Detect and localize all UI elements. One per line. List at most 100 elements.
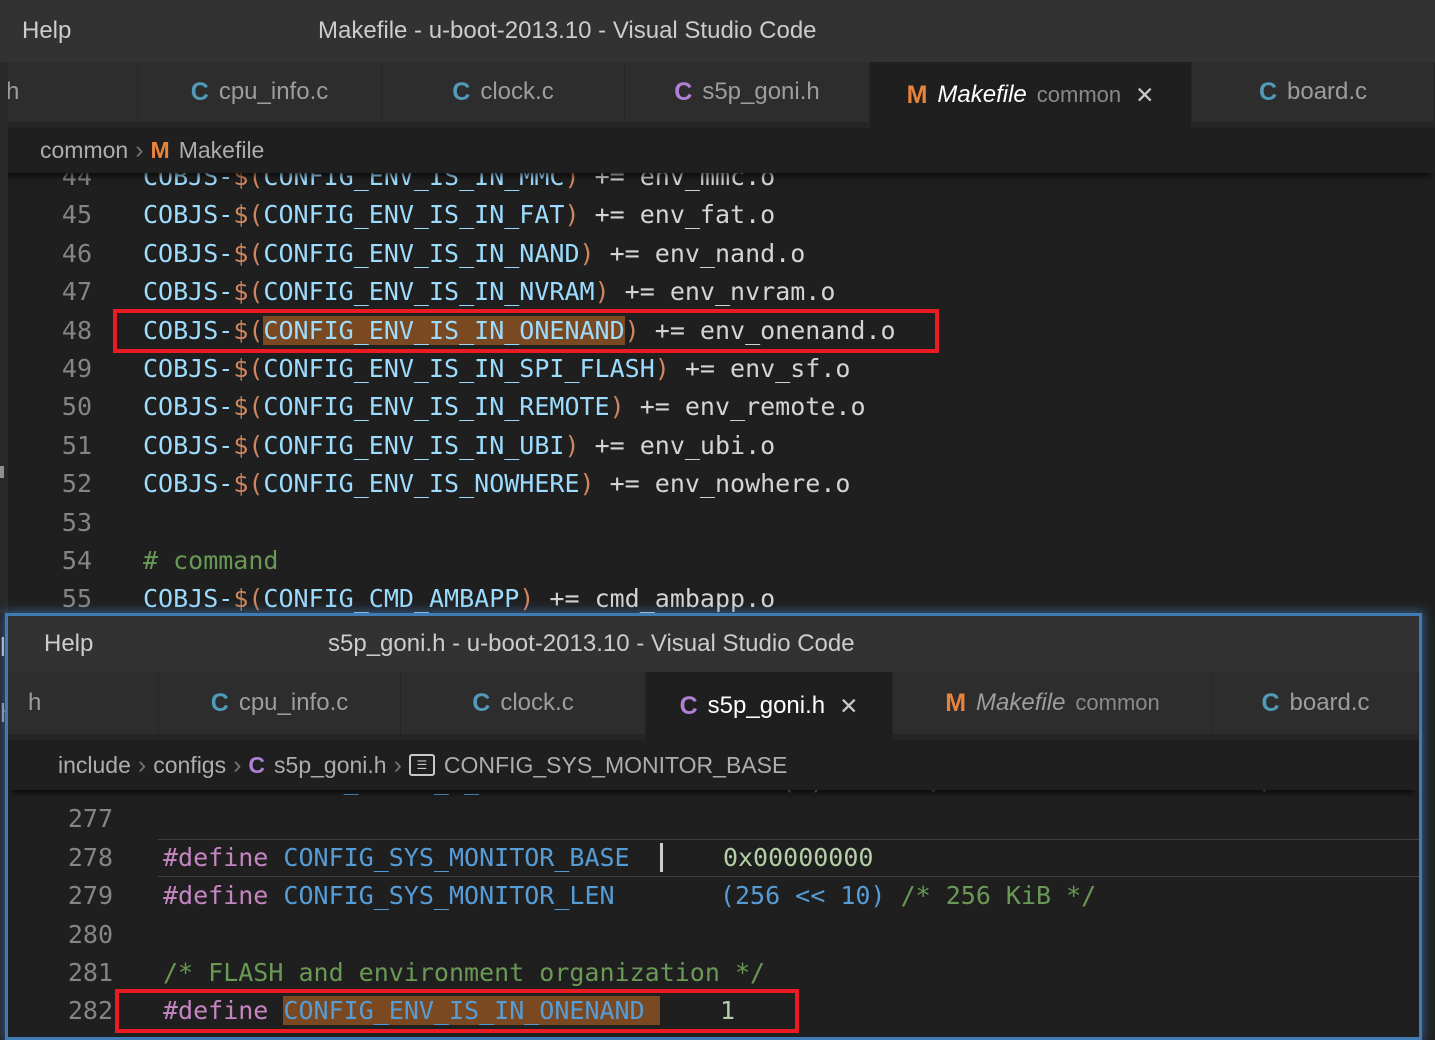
tab-board-c[interactable]: Cboard.c	[1192, 62, 1435, 122]
line-content[interactable]: COBJS-$(CONFIG_ENV_IS_IN_ONENAND) += env…	[92, 315, 896, 345]
code-token: $(	[233, 392, 264, 422]
code-token: )	[579, 238, 595, 268]
tab-s5p-goni-h[interactable]: Cs5p_goni.h ✕	[646, 672, 893, 740]
tab-h[interactable]: h	[8, 672, 159, 734]
code-line-52: 52 COBJS-$(CONFIG_ENV_IS_NOWHERE) += env_…	[0, 465, 1435, 503]
breadcrumb-item-include[interactable]: include	[58, 752, 131, 779]
tab-bar: h Ccpu_info.c Cclock.c Cs5p_goni.h M Makefile…	[0, 62, 1435, 128]
line-content[interactable]: COBJS-$(CONFIG_ENV_IS_IN_NAND) += env_na…	[92, 239, 805, 268]
code-token: #define	[163, 881, 284, 911]
line-content[interactable]: #define CONFIG_SYS_MONITOR_LEN (256 << 1…	[113, 881, 1096, 910]
code-token: $(	[233, 200, 264, 230]
code-token: )	[594, 277, 610, 307]
code-token: COBJS-	[143, 238, 234, 268]
code-token: #define	[163, 790, 283, 795]
line-content[interactable]: #define CONFIG_ENV_IS_IN_ONENAND 1	[113, 996, 735, 1026]
code-token: 1	[719, 996, 735, 1026]
c-header-file-icon: C	[679, 691, 698, 720]
code-token: COBJS-	[143, 315, 234, 345]
tab-s5p-goni-h[interactable]: Cs5p_goni.h	[625, 62, 870, 122]
code-token: $(	[233, 353, 264, 383]
code-token: $(	[233, 469, 264, 499]
c-file-icon: C	[472, 688, 491, 717]
line-content[interactable]: COBJS-$(CONFIG_ENV_IS_IN_SPI_FLASH) += e…	[92, 354, 850, 383]
line-content[interactable]	[113, 804, 163, 833]
tab-description: common	[1036, 82, 1122, 107]
line-content[interactable]: # command	[92, 546, 278, 575]
code-token: $(	[233, 277, 264, 307]
line-content[interactable]: COBJS-$(CONFIG_ENV_IS_IN_REMOTE) += env_…	[92, 392, 866, 421]
line-content[interactable]: COBJS-$(CONFIG_ENV_IS_IN_MMC) += env_mmc…	[92, 173, 775, 191]
line-content[interactable]: COBJS-$(CONFIG_ENV_IS_IN_NVRAM) += env_n…	[92, 277, 835, 306]
code-line-277: 277	[8, 800, 1419, 838]
line-content[interactable]	[113, 920, 163, 949]
tab-board-c[interactable]: Cboard.c	[1213, 672, 1419, 734]
code-line-278: 278 #define CONFIG_SYS_MONITOR_BASE 0x000…	[8, 838, 1419, 878]
line-content[interactable]: #define CONFIG_SYS_MONITOR_BASE 0x000000…	[113, 842, 874, 872]
line-content[interactable]: /* FLASH and environment organization */	[113, 958, 765, 987]
code-token: CONFIG_ENV_IS_IN_MMC	[263, 173, 565, 191]
code-token: (256 << 10)	[719, 881, 886, 911]
close-icon[interactable]: ✕	[1135, 82, 1154, 109]
breadcrumb-item-s5p-goni-h[interactable]: Cs5p_goni.h	[248, 752, 386, 779]
code-token: $(	[233, 315, 264, 345]
line-content[interactable]	[92, 508, 143, 537]
close-icon[interactable]: ✕	[839, 693, 858, 720]
code-token: COBJS-	[143, 584, 234, 614]
code-line-45: 45 COBJS-$(CONFIG_ENV_IS_IN_FAT) += env_f…	[0, 196, 1435, 234]
breadcrumb-item-configs[interactable]: configs	[153, 752, 226, 779]
title-bar: Help Makefile - u-boot-2013.10 - Visual …	[0, 0, 1435, 62]
tab-cpu-info-c[interactable]: Ccpu_info.c	[159, 672, 401, 734]
line-content[interactable]: COBJS-$(CONFIG_ENV_IS_IN_UBI) += env_ubi…	[92, 431, 775, 460]
code-token: /* 256 KiB */	[900, 881, 1097, 911]
code-token: 0x00000000	[722, 842, 874, 872]
code-token: # command	[143, 545, 279, 575]
line-number: 48	[61, 315, 92, 345]
code-token: )	[564, 200, 580, 230]
breadcrumb-item-makefile[interactable]: M Makefile	[151, 137, 265, 164]
editor[interactable]: 276#define PHYS_SDRAM_3_SIZE (0) /* 128 …	[8, 790, 1419, 1037]
tab-makefile[interactable]: M Makefile common ✕	[870, 62, 1192, 128]
line-content[interactable]: COBJS-$(CONFIG_ENV_IS_IN_FAT) += env_fat…	[92, 200, 775, 229]
breadcrumb-item-config-sys-monitor-base[interactable]: ☰ CONFIG_SYS_MONITOR_BASE	[408, 751, 788, 779]
menu-help[interactable]: Help	[44, 630, 93, 658]
chevron-right-icon: ›	[393, 750, 402, 779]
tab-label: board.c	[1287, 78, 1368, 105]
line-number: 277	[67, 804, 113, 834]
title-bar: Help s5p_goni.h - u-boot-2013.10 - Visua…	[8, 616, 1419, 672]
tab-cpu-info-c[interactable]: Ccpu_info.c	[138, 62, 382, 122]
tab-h[interactable]: h	[0, 62, 138, 122]
code-token: #define	[163, 996, 284, 1026]
code-token: CONFIG_SYS_MONITOR_BASE	[283, 842, 630, 872]
code-token: += env_onenand.o	[639, 315, 896, 345]
code-token: CONFIG_ENV_IS_IN_FAT	[263, 200, 565, 230]
line-number: 278	[67, 842, 113, 872]
line-content[interactable]: COBJS-$(CONFIG_ENV_IS_NOWHERE) += env_no…	[92, 469, 850, 498]
line-number: 55	[61, 584, 92, 614]
code-token: CONFIG_CMD_AMBAPP	[263, 584, 520, 614]
line-number: 281	[67, 957, 113, 987]
code-token: /* 128 MB in Bank #2 */	[931, 790, 1277, 795]
line-number: 46	[61, 238, 92, 268]
line-number: 45	[61, 200, 92, 230]
code-token: += env_remote.o	[624, 392, 866, 422]
tab-label: s5p_goni.h	[707, 692, 826, 719]
tab-clock-c[interactable]: Cclock.c	[401, 672, 646, 734]
tab-makefile[interactable]: M Makefile common	[893, 672, 1213, 734]
code-line-55: 55 COBJS-$(CONFIG_CMD_AMBAPP) += cmd_amba…	[0, 580, 1435, 617]
code-line-44: 44 COBJS-$(CONFIG_ENV_IS_IN_MMC) += env_m…	[0, 173, 1435, 196]
line-content[interactable]: #define PHYS_SDRAM_3_SIZE (0) /* 128 MB …	[113, 790, 1277, 795]
tab-clock-c[interactable]: Cclock.c	[382, 62, 625, 122]
editor[interactable]: 44 COBJS-$(CONFIG_ENV_IS_IN_MMC) += env_m…	[0, 173, 1435, 617]
tab-label: cpu_info.c	[218, 78, 329, 105]
breadcrumb-label: CONFIG_SYS_MONITOR_BASE	[443, 751, 788, 778]
menu-help[interactable]: Help	[22, 17, 71, 45]
line-content[interactable]: COBJS-$(CONFIG_CMD_AMBAPP) += cmd_ambapp…	[92, 584, 775, 613]
code-token: CONFIG_ENV_IS_IN_NVRAM	[263, 277, 595, 307]
breadcrumb-item-common[interactable]: common	[40, 137, 128, 164]
